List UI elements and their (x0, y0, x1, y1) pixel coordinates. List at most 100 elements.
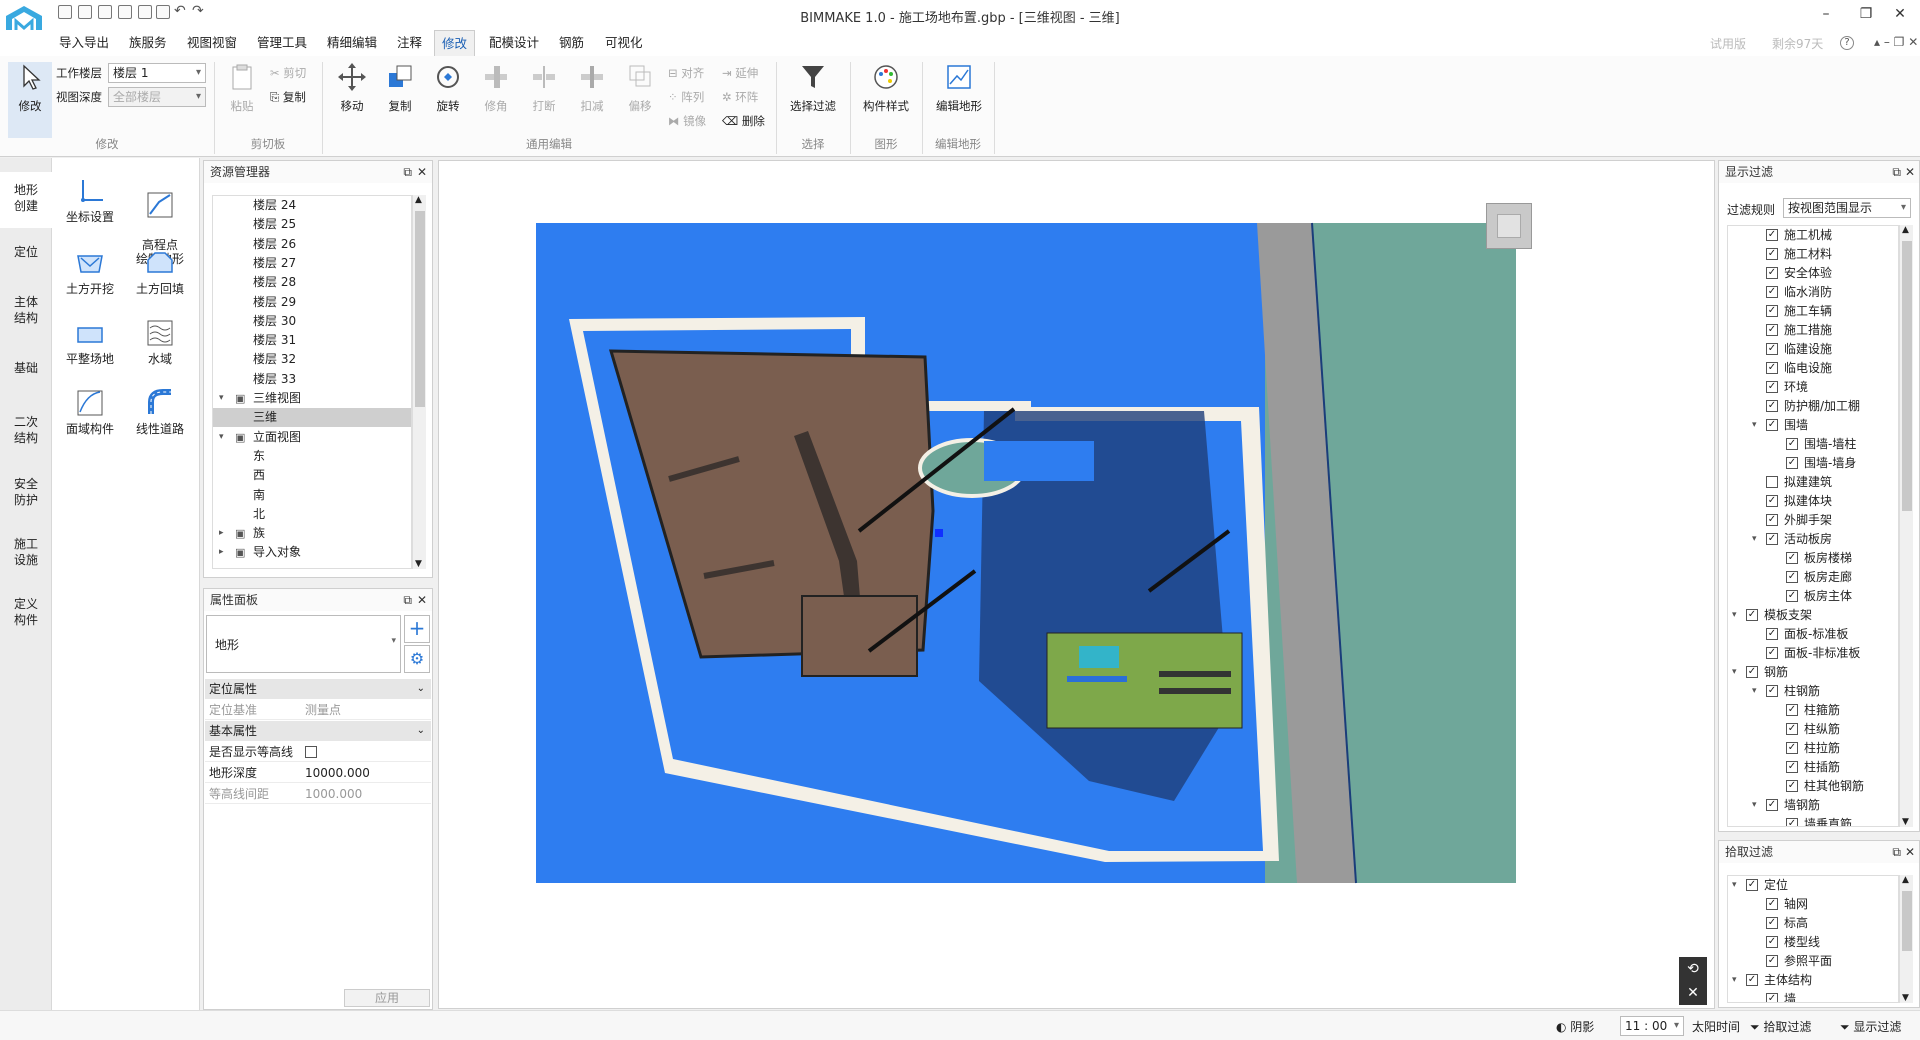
scroll-up-icon[interactable]: ▲ (1902, 875, 1909, 885)
checked-checkbox[interactable]: ✓ (1746, 879, 1758, 891)
checked-checkbox[interactable]: ✓ (1786, 704, 1798, 716)
settings-gear-icon[interactable]: ⚙ (404, 645, 430, 673)
scroll-down-icon[interactable]: ▼ (415, 559, 422, 569)
checked-checkbox[interactable]: ✓ (1766, 267, 1778, 279)
select-filter-button[interactable]: 选择过滤 (782, 62, 844, 114)
filter-item[interactable]: ✓ 标高 (1728, 914, 1898, 933)
area-component-tool[interactable]: 面域构件 (56, 388, 124, 436)
close-button[interactable]: ✕ (1880, 2, 1920, 26)
tree-item[interactable]: 楼层 30 (213, 312, 411, 331)
checked-checkbox[interactable]: ✓ (1766, 955, 1778, 967)
checked-checkbox[interactable]: ✓ (1786, 457, 1798, 469)
property-row[interactable]: 是否显示等高线 (205, 742, 431, 762)
filter-item[interactable]: ▾ ✓ 柱钢筋 (1728, 682, 1898, 701)
scroll-up-icon[interactable]: ▲ (415, 195, 422, 205)
shadow-toggle[interactable]: ◐ 阴影 (1556, 1018, 1594, 1035)
filter-item[interactable]: ✓ 环境 (1728, 378, 1898, 397)
filter-item[interactable]: ▾ ✓ 钢筋 (1728, 663, 1898, 682)
view-cube[interactable] (1486, 203, 1532, 249)
property-section-header[interactable]: 基本属性 ⌄ (205, 721, 431, 741)
filter-item[interactable]: ✓ 施工机械 (1728, 226, 1898, 245)
property-section-header[interactable]: 定位属性 ⌄ (205, 679, 431, 699)
type-selector[interactable]: 地形 ▾ (206, 615, 401, 673)
checked-checkbox[interactable]: ✓ (1786, 723, 1798, 735)
view-cube-face[interactable] (1497, 214, 1521, 238)
level-site-tool[interactable]: 平整场地 (56, 318, 124, 366)
menu-family-service[interactable]: 族服务 (122, 30, 174, 56)
scroll-thumb[interactable] (415, 211, 425, 407)
tree-item[interactable]: ▾ ▣ 三维视图 (213, 389, 411, 408)
sun-time-select[interactable]: 11 : 00 (1620, 1016, 1684, 1036)
checked-checkbox[interactable]: ✓ (1766, 324, 1778, 336)
filter-item[interactable]: ✓ 面板-标准板 (1728, 625, 1898, 644)
work-floor-select[interactable]: 楼层 1 (108, 63, 206, 83)
tree-item[interactable]: 楼层 33 (213, 370, 411, 389)
filter-item[interactable]: ✓ 板房楼梯 (1728, 549, 1898, 568)
checked-checkbox[interactable]: ✓ (1766, 898, 1778, 910)
filter-item[interactable]: ✓ 拟建体块 (1728, 492, 1898, 511)
water-area-tool[interactable]: 水域 (126, 318, 194, 366)
filter-item[interactable]: ✓ 墙 (1728, 990, 1898, 1002)
expand-open-icon[interactable]: ▾ (1752, 796, 1757, 815)
scroll-up-icon[interactable]: ▲ (1902, 225, 1909, 235)
pick-filter-scrollbar[interactable]: ▲ ▼ (1899, 875, 1913, 1003)
filter-item[interactable]: ▾ ✓ 模板支架 (1728, 606, 1898, 625)
checked-checkbox[interactable]: ✓ (1766, 936, 1778, 948)
pin-icon[interactable]: ⧉ (1892, 161, 1901, 183)
tree-item[interactable]: 楼层 25 (213, 215, 411, 234)
move-button[interactable]: 移动 (330, 62, 374, 114)
menu-import-export[interactable]: 导入导出 (52, 30, 116, 56)
filter-item[interactable]: ✓ 临电设施 (1728, 359, 1898, 378)
rotate-button[interactable]: 旋转 (426, 62, 470, 114)
filter-item[interactable]: ▾ ✓ 活动板房 (1728, 530, 1898, 549)
panel-close-icon[interactable]: ✕ (1905, 841, 1915, 863)
checked-checkbox[interactable]: ✓ (1786, 590, 1798, 602)
filter-item[interactable]: ✓ 柱其他钢筋 (1728, 777, 1898, 796)
tree-item[interactable]: 东 (213, 447, 411, 466)
tree-item[interactable]: 楼层 24 (213, 196, 411, 215)
edit-terrain-button[interactable]: 编辑地形 (930, 62, 988, 114)
expand-open-icon[interactable]: ▾ (219, 428, 224, 447)
scroll-down-icon[interactable]: ▼ (1902, 993, 1909, 1003)
filter-item[interactable]: ✓ 墙垂直筋 (1728, 815, 1898, 826)
checked-checkbox[interactable]: ✓ (1766, 799, 1778, 811)
filter-item[interactable]: ✓ 板房走廊 (1728, 568, 1898, 587)
filter-item[interactable]: ▾ ✓ 围墙 (1728, 416, 1898, 435)
filter-item[interactable]: ✓ 板房主体 (1728, 587, 1898, 606)
resource-tree-scrollbar[interactable]: ▲ ▼ (412, 195, 426, 569)
minimize-button[interactable]: – (1806, 2, 1846, 26)
checked-checkbox[interactable]: ✓ (1766, 685, 1778, 697)
expand-open-icon[interactable]: ▾ (1732, 606, 1737, 625)
panel-close-icon[interactable]: ✕ (417, 161, 427, 183)
mirror-button[interactable]: ⧓ 镜像 (668, 112, 706, 130)
filter-item[interactable]: ✓ 临水消防 (1728, 283, 1898, 302)
checked-checkbox[interactable]: ✓ (1766, 628, 1778, 640)
site-3d-scene[interactable] (439, 161, 1716, 1010)
add-type-button[interactable]: + (404, 615, 430, 643)
pin-icon[interactable]: ⧉ (403, 161, 412, 183)
property-row[interactable]: 定位基准 测量点 (205, 700, 431, 720)
tab-secondary-structure[interactable]: 二次 结构 (0, 414, 52, 446)
filter-item[interactable]: ✓ 柱拉筋 (1728, 739, 1898, 758)
filter-item[interactable]: ✓ 防护棚/加工棚 (1728, 397, 1898, 416)
viewport-3d[interactable]: ⟲ ✕ (438, 160, 1715, 1009)
tree-item[interactable]: 楼层 31 (213, 331, 411, 350)
tree-item[interactable]: 西 (213, 466, 411, 485)
edit-copy-button[interactable]: 复制 (378, 62, 422, 114)
filter-item[interactable]: ✓ 施工车辆 (1728, 302, 1898, 321)
checked-checkbox[interactable]: ✓ (1766, 248, 1778, 260)
checked-checkbox[interactable]: ✓ (1766, 514, 1778, 526)
extend-button[interactable]: ⇥ 延伸 (722, 64, 758, 82)
tab-main-structure[interactable]: 主体 结构 (0, 294, 52, 326)
checked-checkbox[interactable]: ✓ (1786, 552, 1798, 564)
checked-checkbox[interactable]: ✓ (1766, 647, 1778, 659)
ring-array-button[interactable]: ✲ 环阵 (722, 88, 758, 106)
backfill-tool[interactable]: 土方回填 (126, 248, 194, 296)
filter-item[interactable]: ✓ 柱插筋 (1728, 758, 1898, 777)
expand-open-icon[interactable]: ▾ (1752, 416, 1757, 435)
tree-item[interactable]: ▸ ▣ 族 (213, 524, 411, 543)
expand-closed-icon[interactable]: ▸ (219, 524, 224, 543)
checked-checkbox[interactable]: ✓ (1766, 400, 1778, 412)
scroll-thumb[interactable] (1902, 891, 1912, 951)
filter-item[interactable]: 拟建建筑 (1728, 473, 1898, 492)
